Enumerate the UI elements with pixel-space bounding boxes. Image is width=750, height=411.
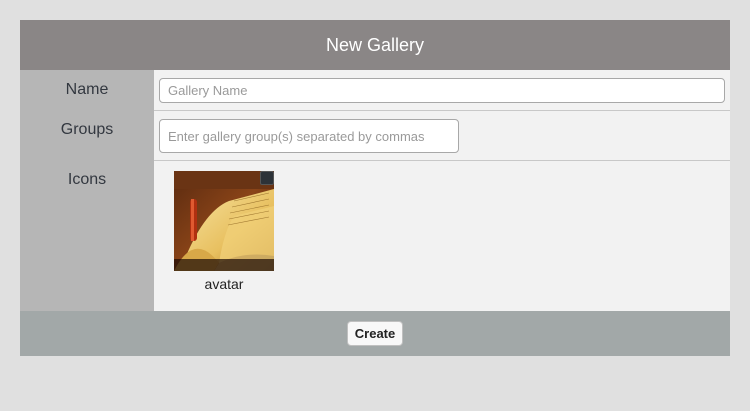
dialog-title: New Gallery (325, 34, 425, 55)
name-label: Name (65, 81, 109, 98)
open-book-image (174, 171, 274, 271)
icon-label: avatar (204, 276, 244, 292)
labels-column: Name Groups Icons (20, 70, 154, 311)
dialog-footer: Create (20, 311, 730, 356)
create-button[interactable]: Create (346, 321, 404, 346)
gallery-name-input[interactable] (159, 78, 725, 103)
fields-column: avatar (154, 70, 730, 311)
name-row (154, 70, 730, 111)
open-book-thumbnail[interactable] (174, 171, 274, 271)
groups-label: Groups (60, 121, 114, 138)
dialog-header: New Gallery (20, 20, 730, 70)
icon-selected-checkbox[interactable] (260, 171, 274, 185)
icon-tile-avatar[interactable]: avatar (174, 171, 274, 292)
icons-label: Icons (67, 171, 107, 188)
new-gallery-dialog: New Gallery Name Groups Icons Gallery Na… (20, 20, 730, 356)
gallery-groups-input[interactable] (159, 119, 459, 153)
dialog-body: Name Groups Icons Gallery Name Enter gal… (20, 70, 730, 311)
groups-row (154, 111, 730, 161)
